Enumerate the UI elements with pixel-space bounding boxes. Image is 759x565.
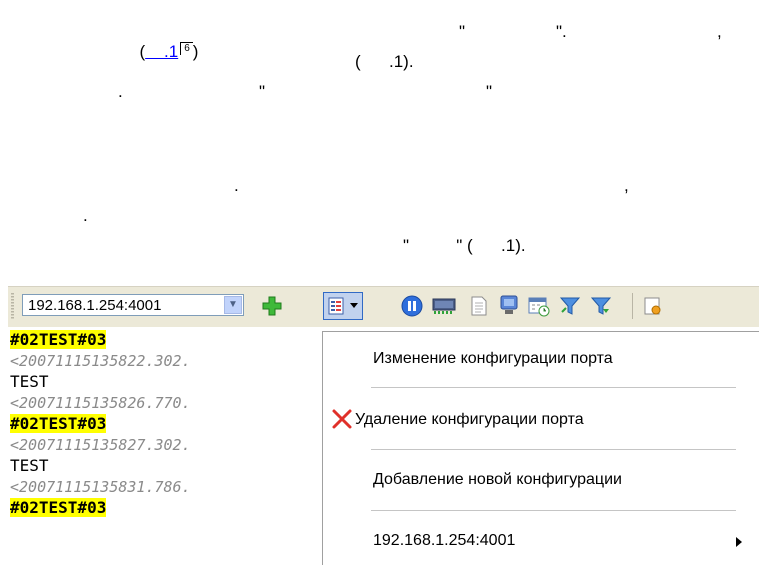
doc-line-3-quote-close: " (486, 82, 493, 101)
doc-quote-open: " (459, 22, 466, 41)
menu-separator (371, 387, 736, 388)
delete-x-icon (331, 408, 353, 430)
log-line: TEST (10, 372, 49, 391)
menu-separator (371, 449, 736, 450)
address-combo[interactable]: 192.168.1.254:4001 ▼ (22, 294, 244, 316)
menu-separator (371, 510, 736, 511)
port-icon[interactable] (430, 295, 458, 317)
doc-line-6: " " ( .1). (403, 236, 526, 255)
log-output[interactable]: #02TEST#03 <20071115135822.302. TEST <20… (8, 327, 328, 564)
doc-line-5: . (83, 206, 88, 225)
chevron-down-icon (348, 295, 360, 317)
terminal-icon[interactable] (498, 295, 520, 317)
figure-link[interactable]: .1 (145, 42, 178, 61)
doc-line-4-dot: . (234, 176, 239, 195)
log-timestamp: <20071115135822.302. (10, 352, 191, 370)
submenu-arrow-icon (735, 535, 743, 553)
dropdown-arrow-icon[interactable]: ▼ (224, 296, 242, 314)
doc-comma: , (717, 22, 722, 41)
log-line: TEST (10, 456, 49, 475)
menu-item-address-submenu[interactable]: 192.168.1.254:4001 (373, 531, 515, 551)
filter-icon[interactable] (559, 295, 581, 317)
log-line: #02TEST#03 (10, 330, 107, 349)
log-timestamp: <20071115135831.786. (10, 478, 191, 496)
app-toolbar: 192.168.1.254:4001 ▼ (8, 286, 759, 327)
doc-line-2: ( .1). (355, 52, 414, 71)
log-line: #02TEST#03 (10, 414, 107, 433)
doc-line-3-quote-open: " (259, 82, 266, 101)
toolbar-grip[interactable] (11, 293, 14, 319)
add-plus-icon[interactable] (261, 295, 283, 317)
config-context-menu: Изменение конфигурации порта Удаление ко… (322, 331, 759, 565)
log-timestamp: <20071115135826.770. (10, 394, 191, 412)
menu-item-edit-config[interactable]: Изменение конфигурации порта (373, 349, 613, 369)
paren-close: ) (192, 42, 199, 61)
schedule-icon[interactable] (528, 295, 550, 317)
settings-icon[interactable] (641, 295, 663, 317)
log-line: #02TEST#03 (10, 498, 107, 517)
address-value: 192.168.1.254:4001 (28, 297, 162, 314)
doc-line-3-dot: . (118, 82, 123, 101)
doc-line-1: ( .1 6) (130, 22, 198, 62)
config-menu-icon (328, 295, 350, 317)
pause-icon[interactable] (401, 295, 423, 317)
menu-item-delete-config[interactable]: Удаление конфигурации порта (355, 410, 584, 430)
filter-arrow-icon[interactable] (590, 295, 612, 317)
doc-quote-close: ". (556, 22, 567, 41)
footnote-marker[interactable]: 6 (180, 42, 193, 55)
doc-line-4-comma: , (624, 176, 629, 195)
log-timestamp: <20071115135827.302. (10, 436, 191, 454)
menu-item-add-config[interactable]: Добавление новой конфигурации (373, 470, 622, 490)
document-icon[interactable] (468, 295, 490, 317)
